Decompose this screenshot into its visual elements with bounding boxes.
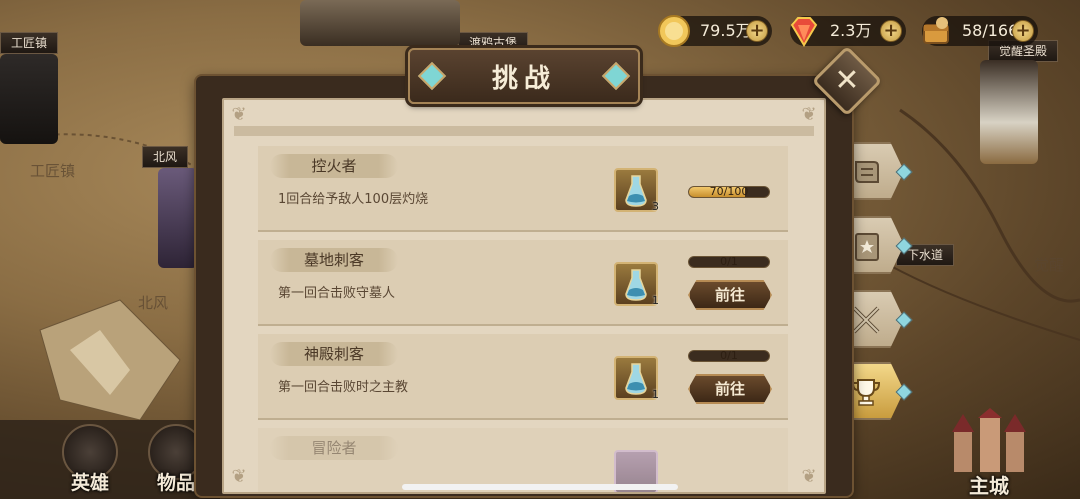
reward-item[interactable]: 1 xyxy=(614,262,659,307)
castle-icon xyxy=(952,408,1026,472)
challenge-row: 神殿刺客 第一回合击败时之主教 1 0/1 前往 xyxy=(258,334,788,420)
goto-button[interactable]: 前往 xyxy=(688,280,772,310)
map-text-artisan-town: 工匠镇 xyxy=(30,162,76,180)
challenge-progress-bar: 0/1 xyxy=(688,350,770,362)
stamina-chest-icon xyxy=(923,17,949,44)
reward-count: 3 xyxy=(652,200,659,213)
reward-item[interactable]: 1 xyxy=(614,356,659,401)
challenge-name: 神殿刺客 xyxy=(270,342,398,366)
book-icon xyxy=(855,233,879,261)
home-indicator[interactable] xyxy=(402,484,678,490)
goto-button[interactable]: 前往 xyxy=(688,374,772,404)
reward-item[interactable]: 3 xyxy=(614,168,659,213)
corner-ornament: ❦ xyxy=(801,104,817,125)
crossed-swords-icon xyxy=(852,306,880,334)
challenge-progress-bar: 0/1 xyxy=(688,256,770,268)
gem-counter: 2.3万 + xyxy=(790,16,906,47)
gold-counter: 79.5万 + xyxy=(658,15,772,47)
map-text-awakening: 觉醒 xyxy=(1034,256,1065,274)
potion-icon xyxy=(625,175,647,207)
reward-count: 1 xyxy=(652,294,659,307)
reward-count: 1 xyxy=(652,388,659,401)
trophy-icon xyxy=(851,379,881,406)
progress-text: 0/1 xyxy=(720,350,738,362)
awakening-temple-building[interactable] xyxy=(980,60,1038,164)
gem-value: 2.3万 xyxy=(830,21,872,40)
gold-value: 79.5万 xyxy=(700,21,752,40)
gold-coin-icon xyxy=(658,15,690,47)
challenge-panel-content: ❦ ❦ ❦ ❦ 控火者 1回合给予敌人100层灼烧 3 70/100 墓地刺客 xyxy=(222,98,826,494)
challenge-progress-bar: 70/100 xyxy=(688,186,770,198)
main-city-nav-button[interactable]: 主城 xyxy=(944,408,1034,498)
challenge-panel: ❦ ❦ ❦ ❦ 控火者 1回合给予敌人100层灼烧 3 70/100 墓地刺客 xyxy=(196,76,852,496)
add-stamina-button[interactable]: + xyxy=(1012,20,1034,42)
challenge-row: 控火者 1回合给予敌人100层灼烧 3 70/100 xyxy=(258,146,788,232)
challenge-row: 墓地刺客 第一回合击败守墓人 1 0/1 前往 xyxy=(258,240,788,326)
heroes-nav-label: 英雄 xyxy=(70,472,109,494)
map-text-north-wind: 北风 xyxy=(138,294,169,312)
progress-text: 0/1 xyxy=(720,256,738,268)
add-gold-button[interactable]: + xyxy=(746,20,768,42)
corner-ornament: ❦ xyxy=(231,466,247,487)
challenge-name: 墓地刺客 xyxy=(270,248,398,272)
north-wind-monster[interactable] xyxy=(158,168,198,268)
corner-ornament: ❦ xyxy=(231,104,247,125)
add-gems-button[interactable]: + xyxy=(880,20,902,42)
heroes-nav-button[interactable]: 英雄 xyxy=(54,424,126,496)
potion-icon xyxy=(625,363,647,395)
map-location-artisan-town[interactable]: 工匠镇 xyxy=(0,32,59,54)
challenge-desc: 1回合给予敌人100层灼烧 xyxy=(278,192,429,207)
challenge-name: 控火者 xyxy=(270,154,398,178)
map-location-north-wind[interactable]: 北风 xyxy=(142,146,189,168)
stamina-value: 58/166 xyxy=(962,21,1019,40)
progress-text: 70/100 xyxy=(709,186,749,198)
panel-title-banner: 挑战 xyxy=(408,48,640,104)
corner-ornament: ❦ xyxy=(801,466,817,487)
challenge-desc: 第一回合击败时之主教 xyxy=(278,380,409,395)
raven-castle-scenery xyxy=(300,0,460,46)
challenge-name: 冒险者 xyxy=(270,436,398,460)
close-icon: ✕ xyxy=(834,63,860,98)
potion-icon xyxy=(625,269,647,301)
panel-top-divider xyxy=(234,126,814,136)
diamond-icon xyxy=(790,17,818,47)
scroll-icon xyxy=(855,161,879,183)
stamina-counter: 58/166 + xyxy=(922,16,1038,46)
main-city-nav-label: 主城 xyxy=(969,474,1009,498)
artisan-town-building[interactable] xyxy=(0,54,58,144)
challenge-desc: 第一回合击败守墓人 xyxy=(278,286,396,301)
